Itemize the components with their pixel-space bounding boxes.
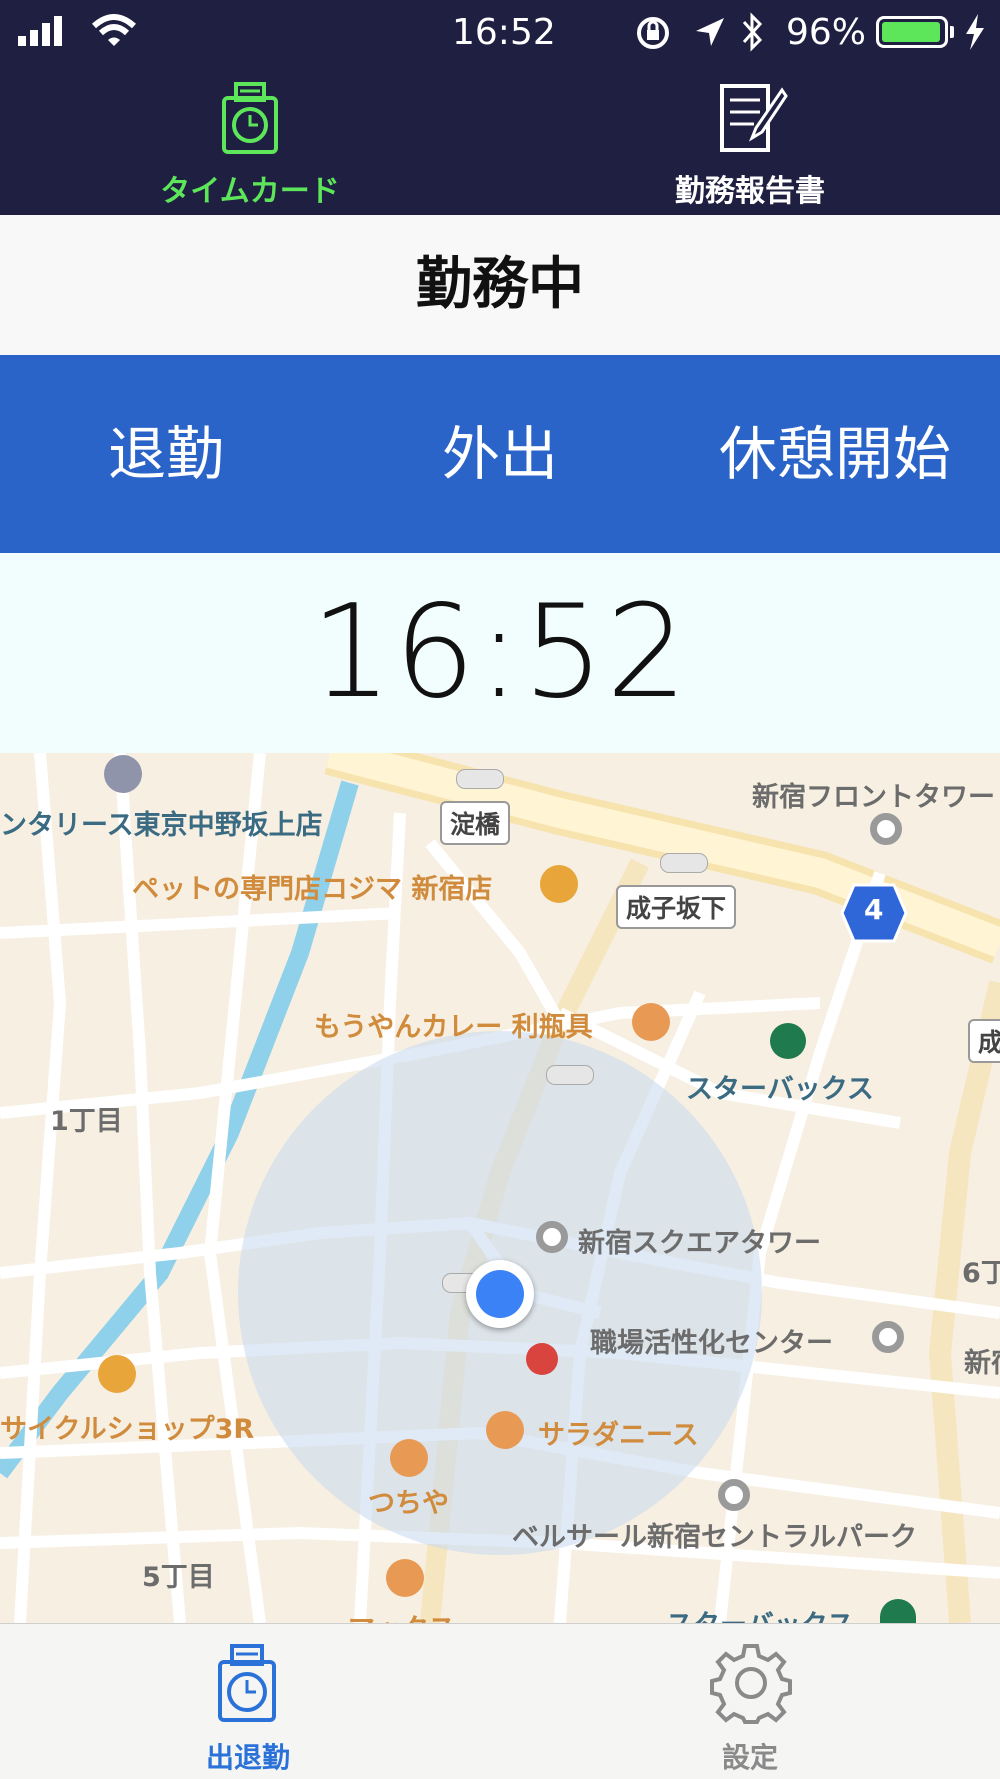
traffic-light-icon <box>456 769 504 789</box>
map-label: 新宿 <box>964 1348 1000 1379</box>
tab-clock-in-out[interactable]: 出退勤 <box>138 1624 358 1779</box>
orientation-lock-icon <box>637 17 669 49</box>
map-label: もうやんカレー 利瓶具 <box>314 1012 593 1043</box>
restaurant-marker-icon <box>632 1003 670 1041</box>
tab-settings[interactable]: 設定 <box>640 1624 860 1779</box>
go-out-button[interactable]: 外出 <box>384 355 616 553</box>
current-location-marker <box>466 1260 534 1328</box>
charging-icon <box>966 14 984 50</box>
current-time: 16:52 <box>310 578 690 727</box>
tab-work-report[interactable]: 勤務報告書 <box>620 82 880 209</box>
gear-icon <box>710 1644 792 1724</box>
post-office-marker-icon <box>526 1343 558 1375</box>
wifi-icon <box>92 14 136 46</box>
traffic-light-icon <box>546 1065 594 1085</box>
tab-timecard[interactable]: タイムカード <box>120 82 380 209</box>
battery-percent: 96% <box>786 12 867 53</box>
tab-work-report-label: 勤務報告書 <box>675 174 825 209</box>
timecard-icon <box>222 82 278 154</box>
map-label: サラダニース <box>538 1420 699 1451</box>
poi-marker-icon <box>536 1221 568 1253</box>
work-status-title: 勤務中 <box>416 252 584 317</box>
cafe-marker-icon <box>386 1559 424 1597</box>
location-icon <box>696 18 724 46</box>
map-label: 新宿スクエアタワー <box>578 1228 821 1259</box>
report-icon <box>720 84 788 152</box>
bluetooth-icon <box>742 12 763 52</box>
bottom-tab-bar: 出退勤 設定 <box>0 1623 1000 1779</box>
poi-marker-icon <box>718 1479 750 1511</box>
pet-shop-marker-icon <box>540 865 578 903</box>
clock-panel: 16:52 <box>0 553 1000 753</box>
map-view[interactable]: 4 ンタリース東京中野坂上店 淀橋 新宿フロントタワー ペットの専門店コジマ 新… <box>0 753 1000 1623</box>
map-label: 職場活性化センター <box>590 1328 833 1359</box>
signal-icon <box>18 16 62 46</box>
tab-clock-in-out-label: 出退勤 <box>205 1741 290 1774</box>
shop-marker-icon <box>98 1355 136 1393</box>
map-label: スターバックス <box>686 1074 874 1105</box>
status-time: 16:52 <box>452 12 556 53</box>
car-rental-marker-icon <box>104 755 142 793</box>
map-label: つちや <box>368 1488 449 1519</box>
tab-timecard-label: タイムカード <box>160 174 340 209</box>
map-label: 新宿フロントタワー <box>752 782 995 813</box>
map-label: 5丁目 <box>142 1562 215 1593</box>
cafe-marker-icon <box>390 1439 428 1477</box>
clock-out-button[interactable]: 退勤 <box>50 355 282 553</box>
map-label: ペットの専門店コジマ 新宿店 <box>132 874 493 905</box>
app-header: 16:52 96% タイムカード 勤務報告書 <box>0 0 1000 215</box>
map-label: 1丁目 <box>50 1106 123 1137</box>
route-number: 4 <box>864 893 884 926</box>
map-label: 成 <box>968 1019 1000 1063</box>
starbucks-marker-icon <box>770 1023 806 1059</box>
map-label: 淀橋 <box>440 801 511 845</box>
map-label: ベルサール新宿セントラルパーク <box>512 1522 917 1553</box>
work-status-bar: 勤務中 <box>0 215 1000 356</box>
poi-marker-icon <box>872 1321 904 1353</box>
break-start-button[interactable]: 休憩開始 <box>700 355 970 553</box>
battery-icon <box>876 16 948 48</box>
map-label: マックス <box>348 1607 455 1623</box>
map-label: スターバックス <box>666 1603 854 1623</box>
map-label: ンタリース東京中野坂上店 <box>0 810 323 841</box>
clock-icon <box>218 1644 276 1722</box>
restaurant-marker-icon <box>486 1411 524 1449</box>
traffic-light-icon <box>660 853 708 873</box>
map-label: 成子坂下 <box>616 885 737 929</box>
action-button-bar: 退勤 外出 休憩開始 <box>0 355 1000 553</box>
tab-settings-label: 設定 <box>721 1741 778 1774</box>
map-label: 6丁 <box>962 1258 1000 1289</box>
map-label: サイクルショップ3R <box>0 1414 255 1445</box>
poi-marker-icon <box>870 813 902 845</box>
